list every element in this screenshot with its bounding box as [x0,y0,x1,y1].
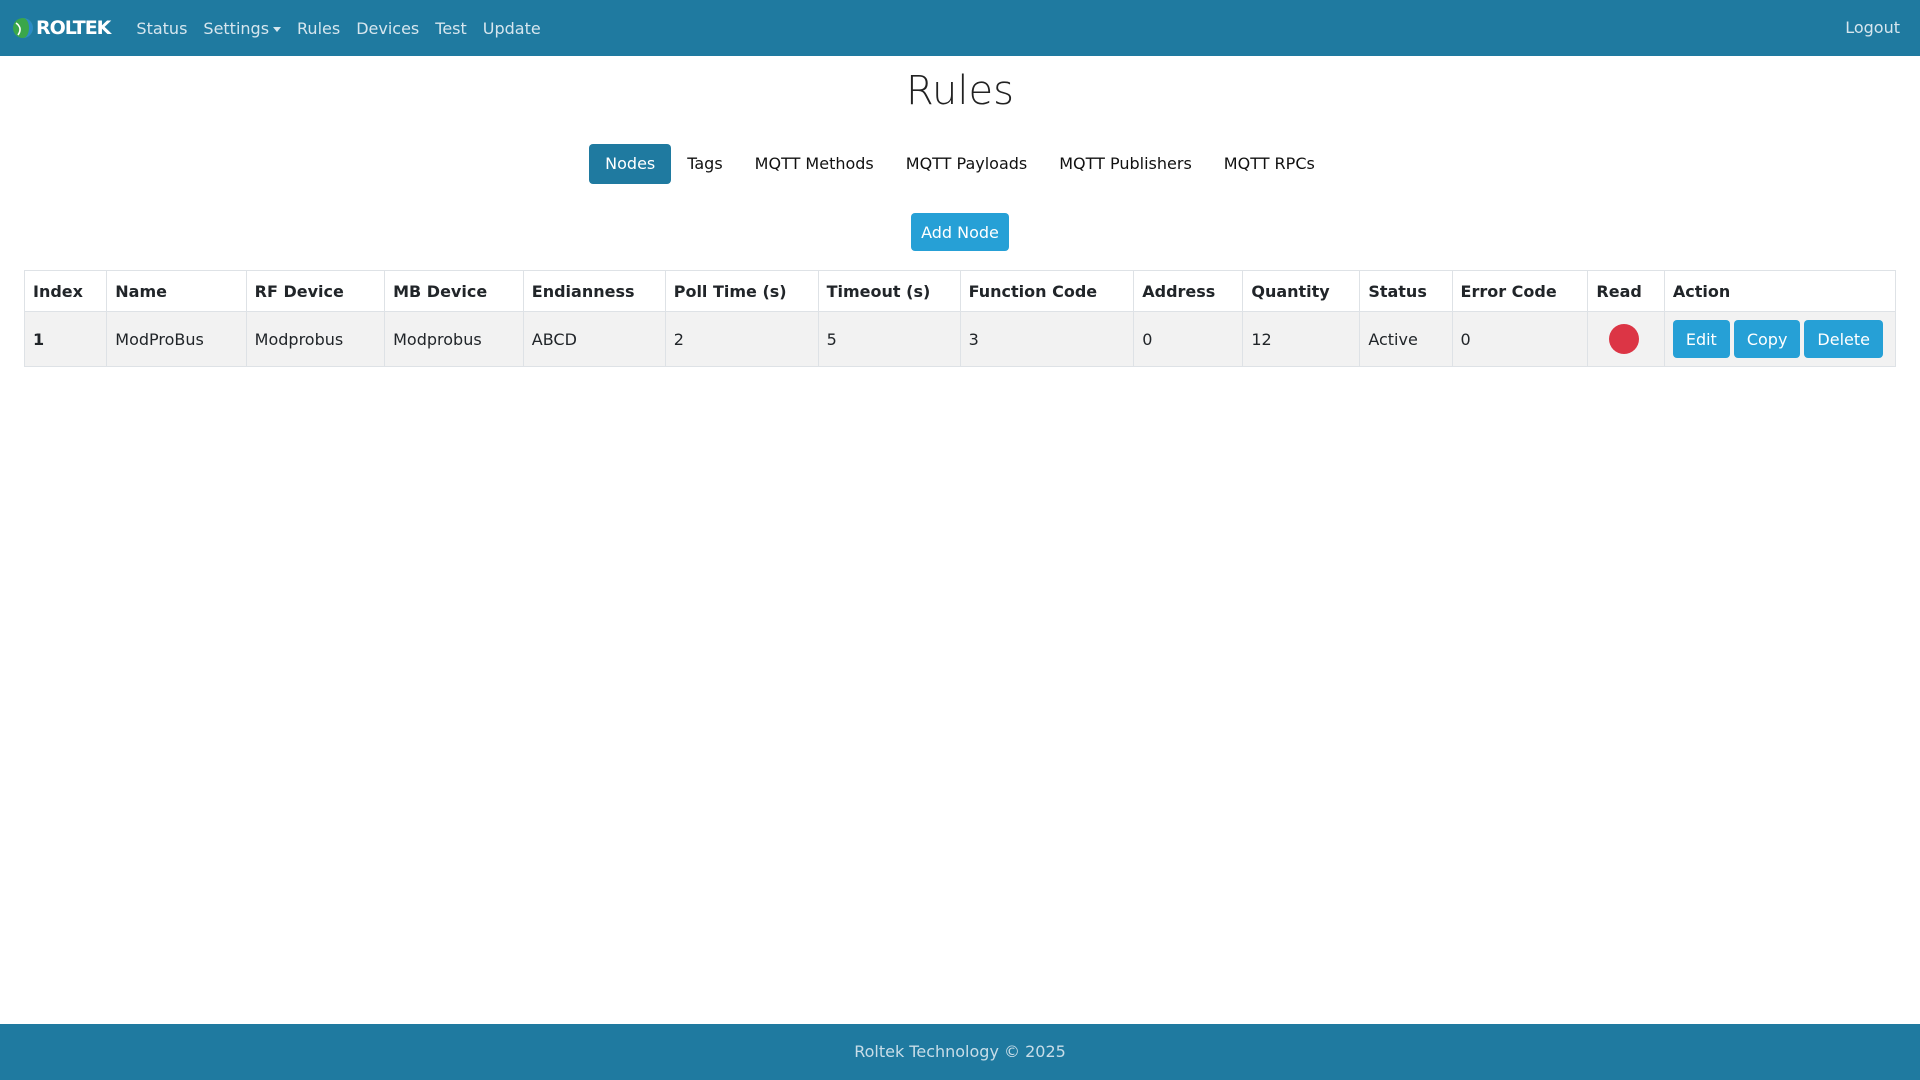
column-header-poll-time: Poll Time (s) [664,270,819,312]
brand-name: ROLTEK [36,17,111,39]
cell-quantity: 12 [1242,311,1361,367]
nav-test[interactable]: Test [435,19,467,38]
column-header-function-code: Function Code [959,270,1135,312]
cell-timeout: 5 [817,311,961,367]
column-header-name: Name [106,270,247,312]
tab-mqtt-rpcs[interactable]: MQTT RPCs [1208,144,1331,184]
tab-nodes[interactable]: Nodes [589,144,672,184]
tab-mqtt-methods[interactable]: MQTT Methods [739,144,890,184]
cell-name: ModProBus [106,311,247,367]
table-row: 1 ModProBus Modprobus Modprobus ABCD 2 5… [23,311,1897,367]
column-header-action: Action [1663,270,1897,312]
tab-tags[interactable]: Tags [671,144,738,184]
edit-button[interactable]: Edit [1672,320,1730,358]
cell-mb-device: Modprobus [384,311,524,367]
column-header-timeout: Timeout (s) [817,270,961,312]
cell-status: Active [1359,311,1453,367]
footer-text: Roltek Technology © 2025 [854,1042,1066,1061]
nodes-table: Index Name RF Device MB Device Endiannes… [23,270,1897,367]
column-header-status: Status [1359,270,1453,312]
brand[interactable]: ROLTEK [12,17,111,39]
delete-button[interactable]: Delete [1804,320,1883,358]
cell-read [1587,311,1665,367]
cell-function-code: 3 [959,311,1135,367]
footer: Roltek Technology © 2025 [0,1024,1920,1080]
tab-mqtt-publishers[interactable]: MQTT Publishers [1043,144,1208,184]
copy-button[interactable]: Copy [1733,320,1801,358]
cell-action: Edit Copy Delete [1663,311,1897,367]
column-header-rf-device: RF Device [245,270,386,312]
nav-settings[interactable]: Settings [203,18,282,38]
top-navbar: ROLTEK Status Settings Rules Devices Tes… [0,0,1920,56]
cell-rf-device: Modprobus [245,311,386,367]
tab-mqtt-payloads[interactable]: MQTT Payloads [890,144,1043,184]
table-header-row: Index Name RF Device MB Device Endiannes… [23,270,1897,312]
column-header-endianness: Endianness [522,270,666,312]
nav-settings-label: Settings [203,18,270,38]
column-header-read: Read [1587,270,1665,312]
dropdown-caret-icon [273,26,282,32]
nav-devices[interactable]: Devices [356,19,419,38]
nav-update[interactable]: Update [483,19,541,38]
nav-rules[interactable]: Rules [297,19,340,38]
read-status-indicator [1609,324,1640,354]
rules-tabs: Nodes Tags MQTT Methods MQTT Payloads MQ… [0,144,1920,184]
cell-poll-time: 2 [664,311,819,367]
page-title: Rules [906,68,1014,114]
roltek-logo-icon [13,18,33,38]
cell-address: 0 [1133,311,1244,367]
cell-endianness: ABCD [522,311,666,367]
cell-index: 1 [23,311,108,367]
nav-status[interactable]: Status [136,19,187,38]
column-header-mb-device: MB Device [384,270,524,312]
logout-link[interactable]: Logout [1845,18,1900,37]
column-header-error-code: Error Code [1451,270,1589,312]
column-header-address: Address [1133,270,1244,312]
column-header-quantity: Quantity [1242,270,1361,312]
add-node-button[interactable]: Add Node [911,213,1009,251]
cell-error-code: 0 [1451,311,1589,367]
column-header-index: Index [23,270,108,312]
